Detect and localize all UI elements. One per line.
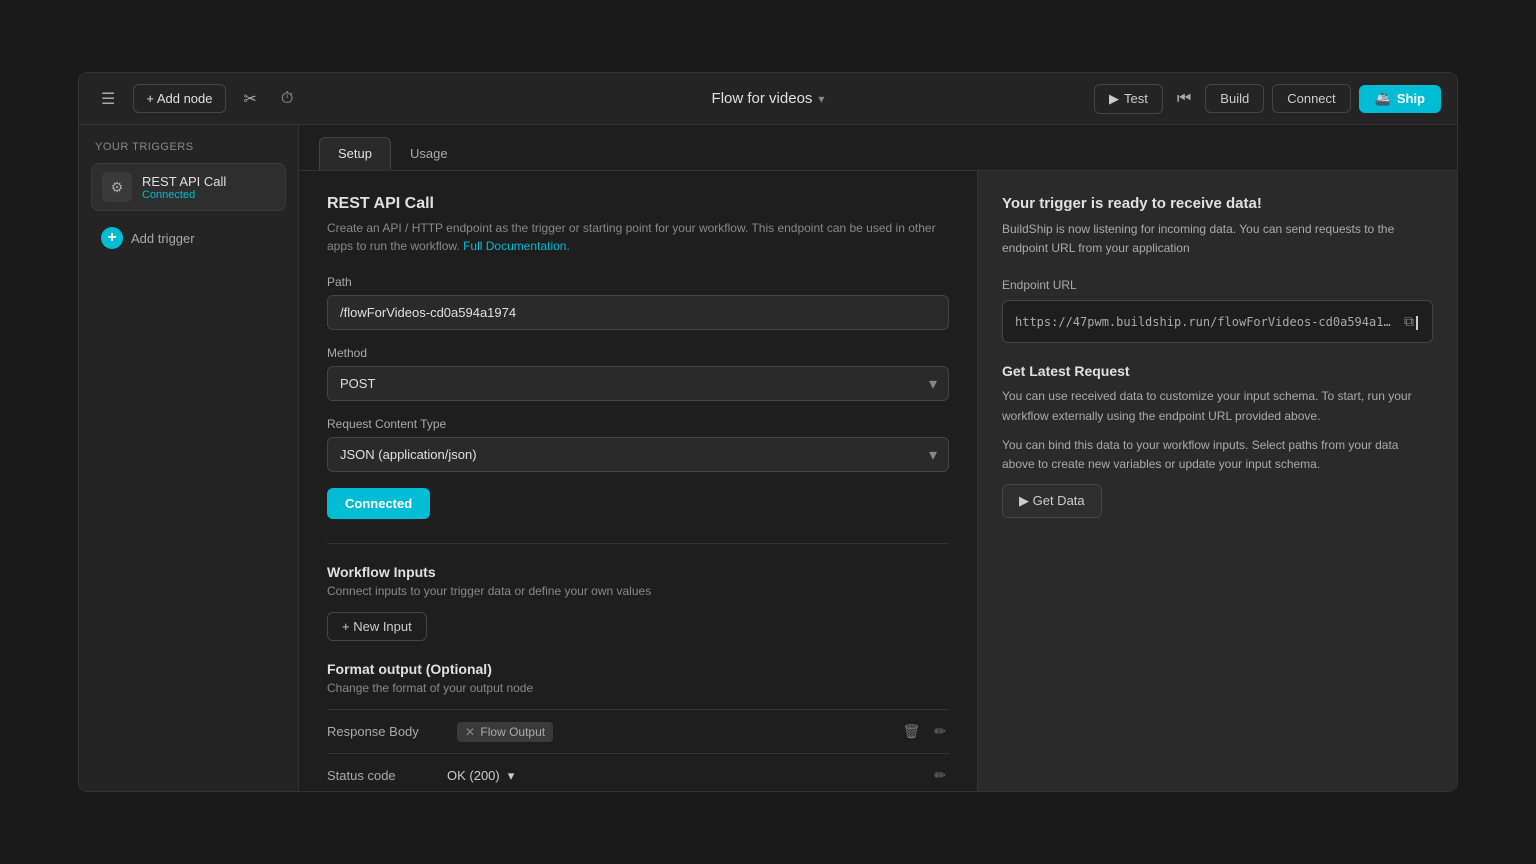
method-label: Method	[327, 346, 949, 360]
copy-endpoint-button[interactable]: ⧉	[1402, 311, 1420, 332]
scissors-icon-button[interactable]: ✂	[238, 83, 263, 115]
get-data-button[interactable]: ▶ Get Data	[1002, 484, 1102, 518]
connect-button[interactable]: Connect	[1272, 84, 1350, 113]
method-select[interactable]: POST GET PUT DELETE	[327, 366, 949, 401]
menu-button[interactable]: ☰	[95, 83, 121, 115]
response-body-label: Response Body	[327, 724, 447, 739]
topbar: ☰ + Add node ✂ ⏱ Flow for videos ▾ ▶ Tes…	[79, 73, 1457, 125]
trigger-name: REST API Call	[142, 174, 226, 189]
status-code-label: Status code	[327, 768, 447, 783]
history-button[interactable]: ⏮	[1171, 84, 1197, 114]
form-section-title: REST API Call	[327, 195, 949, 213]
cursor	[1416, 316, 1418, 330]
response-body-row: Response Body ✕ Flow Output 🗑 ✏	[327, 709, 949, 753]
response-body-tag: ✕ Flow Output	[457, 722, 553, 742]
path-label: Path	[327, 275, 949, 289]
connected-badge-button[interactable]: Connected	[327, 488, 430, 519]
get-latest-desc2: You can bind this data to your workflow …	[1002, 436, 1433, 474]
trigger-item-rest-api[interactable]: ⚙ REST API Call Connected	[91, 163, 286, 211]
sp-desc: BuildShip is now listening for incoming …	[1002, 220, 1433, 258]
new-input-button[interactable]: + New Input	[327, 612, 427, 641]
tabs-bar: Setup Usage	[299, 125, 1457, 171]
format-title: Format output (Optional)	[327, 661, 949, 677]
status-code-actions: ✏	[931, 764, 949, 787]
trigger-status: Connected	[142, 189, 226, 201]
status-code-value: OK (200) ▾	[447, 768, 931, 784]
form-section-desc: Create an API / HTTP endpoint as the tri…	[327, 219, 949, 255]
endpoint-url: https://47pwm.buildship.run/flowForVideo…	[1015, 315, 1394, 329]
add-node-button[interactable]: + Add node	[133, 84, 225, 113]
workflow-inputs-title: Workflow Inputs	[327, 564, 949, 580]
get-data-label: ▶ Get Data	[1019, 493, 1085, 509]
tag-x-icon: ✕	[465, 725, 475, 739]
content-area: Setup Usage REST API Call Create an API …	[299, 125, 1457, 791]
add-circle-icon: +	[101, 227, 123, 249]
trigger-icon-gear: ⚙	[102, 172, 132, 202]
endpoint-label: Endpoint URL	[1002, 278, 1433, 292]
response-body-value: ✕ Flow Output	[457, 722, 889, 742]
content-type-label: Request Content Type	[327, 417, 949, 431]
main-layout: Your triggers ⚙ REST API Call Connected …	[79, 125, 1457, 791]
status-code-row: Status code OK (200) ▾ ✏	[327, 753, 949, 791]
new-input-label: + New Input	[342, 619, 412, 634]
workflow-inputs-desc: Connect inputs to your trigger data or d…	[327, 584, 949, 598]
form-panel: REST API Call Create an API / HTTP endpo…	[299, 171, 977, 791]
status-code-chevron-icon: ▾	[508, 768, 515, 784]
endpoint-box: https://47pwm.buildship.run/flowForVideo…	[1002, 300, 1433, 343]
response-body-actions: 🗑 ✏	[899, 720, 949, 743]
content-type-select[interactable]: JSON (application/json) Form Data Text	[327, 437, 949, 472]
get-latest-title: Get Latest Request	[1002, 363, 1433, 379]
delete-response-button[interactable]: 🗑	[899, 720, 923, 743]
doc-link[interactable]: Full Documentation.	[463, 239, 570, 253]
add-trigger-label: Add trigger	[131, 231, 195, 246]
tab-setup[interactable]: Setup	[319, 137, 391, 170]
build-button[interactable]: Build	[1205, 84, 1264, 113]
app-window: ☰ + Add node ✂ ⏱ Flow for videos ▾ ▶ Tes…	[78, 72, 1458, 792]
tab-usage[interactable]: Usage	[391, 137, 467, 170]
trigger-info: REST API Call Connected	[142, 174, 226, 201]
flow-title: Flow for videos	[712, 90, 813, 107]
two-panel: REST API Call Create an API / HTTP endpo…	[299, 171, 1457, 791]
chevron-down-icon: ▾	[818, 92, 824, 106]
topbar-right: ▶ Test ⏮ Build Connect 🚢 Ship	[768, 84, 1441, 114]
add-node-label: + Add node	[146, 91, 212, 106]
test-button[interactable]: ▶ Test	[1094, 84, 1163, 114]
format-desc: Change the format of your output node	[327, 681, 949, 695]
ship-button[interactable]: 🚢 Ship	[1359, 85, 1441, 113]
add-trigger-button[interactable]: + Add trigger	[91, 219, 286, 257]
sidebar: Your triggers ⚙ REST API Call Connected …	[79, 125, 299, 791]
topbar-center: Flow for videos ▾	[712, 90, 825, 107]
ship-icon: 🚢	[1375, 91, 1391, 107]
sp-title: Your trigger is ready to receive data!	[1002, 195, 1433, 212]
divider-1	[327, 543, 949, 544]
sidebar-section-title: Your triggers	[91, 141, 286, 153]
content-type-select-wrapper: JSON (application/json) Form Data Text ▾	[327, 437, 949, 472]
method-select-wrapper: POST GET PUT DELETE ▾	[327, 366, 949, 401]
edit-status-button[interactable]: ✏	[931, 764, 949, 787]
clock-icon-button[interactable]: ⏱	[275, 84, 299, 114]
topbar-left: ☰ + Add node ✂ ⏱	[95, 83, 768, 115]
side-panel: Your trigger is ready to receive data! B…	[977, 171, 1457, 791]
get-latest-desc1: You can use received data to customize y…	[1002, 387, 1433, 425]
play-icon: ▶	[1109, 91, 1119, 107]
path-input[interactable]	[327, 295, 949, 330]
edit-response-button[interactable]: ✏	[931, 720, 949, 743]
